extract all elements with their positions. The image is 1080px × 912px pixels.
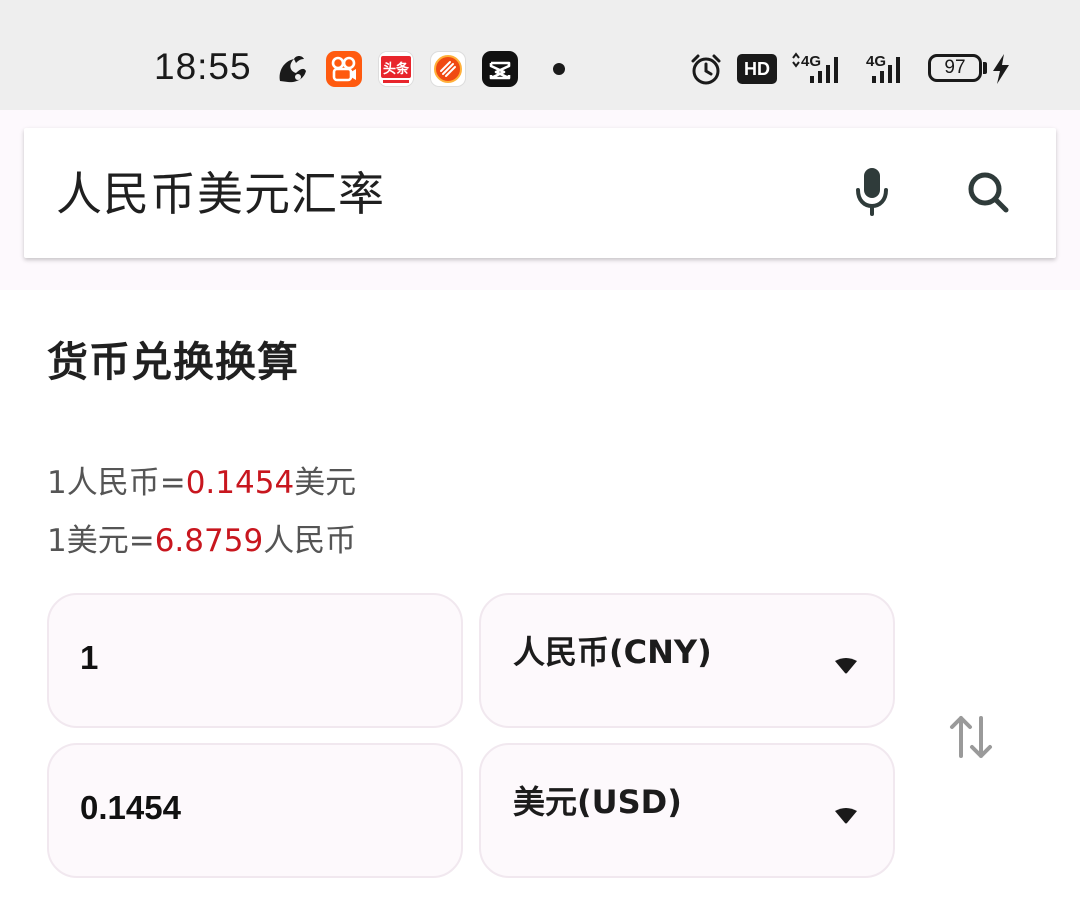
alarm-icon: [688, 52, 724, 88]
search-icon[interactable]: [964, 168, 1014, 218]
notification-dot-icon: [553, 63, 565, 75]
battery-tip: [983, 62, 987, 74]
to-currency-select[interactable]: 美元(USD): [479, 743, 895, 878]
rate-line-usd-cny: 1美元=6.8759人民币: [47, 521, 356, 561]
battery-icon: 97: [928, 54, 982, 82]
from-currency-select[interactable]: 人民币(CNY): [479, 593, 895, 728]
rate1-suffix: 美元: [294, 465, 357, 501]
xigua-video-icon: [430, 51, 466, 87]
hd-voice-icon: HD: [737, 54, 777, 84]
rate2-prefix: 1美元=: [47, 523, 155, 559]
rate2-value: 6.8759: [154, 523, 264, 559]
capcut-icon: [482, 51, 518, 87]
hd-label: HD: [744, 58, 770, 79]
kuaishou-icon: [326, 51, 362, 87]
from-amount-value[interactable]: 1: [80, 639, 98, 677]
network-type-label-2: 4G: [866, 53, 886, 70]
from-amount-field[interactable]: 1: [47, 593, 463, 728]
rate1-prefix: 1人民币=: [47, 465, 186, 501]
search-header: 人民币美元汇率: [0, 110, 1080, 290]
mic-icon[interactable]: [852, 164, 892, 220]
charging-icon: [990, 52, 1012, 86]
status-time: 18:55: [154, 46, 252, 87]
signal-strength-icon-2: 4G: [864, 50, 914, 86]
to-amount-value[interactable]: 0.1454: [80, 789, 181, 827]
caret-down-icon: [833, 657, 859, 675]
rate-line-cny-usd: 1人民币=0.1454美元: [47, 463, 356, 503]
uc-browser-icon: [274, 51, 310, 87]
search-input[interactable]: 人民币美元汇率: [56, 164, 385, 224]
from-currency-label: 人民币(CNY): [513, 633, 712, 671]
to-amount-field[interactable]: 0.1454: [47, 743, 463, 878]
rate2-suffix: 人民币: [263, 523, 357, 559]
to-currency-label: 美元(USD): [513, 783, 682, 821]
battery-level: 97: [944, 57, 966, 78]
converter-title: 货币兑换换算: [47, 338, 299, 386]
search-box[interactable]: 人民币美元汇率: [24, 128, 1056, 258]
network-type-label: 4G: [801, 53, 821, 70]
signal-strength-icon: 4G: [790, 50, 850, 86]
status-bar: 18:55 头条 HD 4G 4G 97: [0, 0, 1080, 110]
caret-down-icon-2: [833, 807, 859, 825]
rate1-value: 0.1454: [185, 465, 295, 501]
toutiao-logo-text: 头条: [383, 61, 410, 77]
swap-vertical-icon[interactable]: [946, 712, 996, 762]
toutiao-icon: 头条: [378, 51, 414, 87]
